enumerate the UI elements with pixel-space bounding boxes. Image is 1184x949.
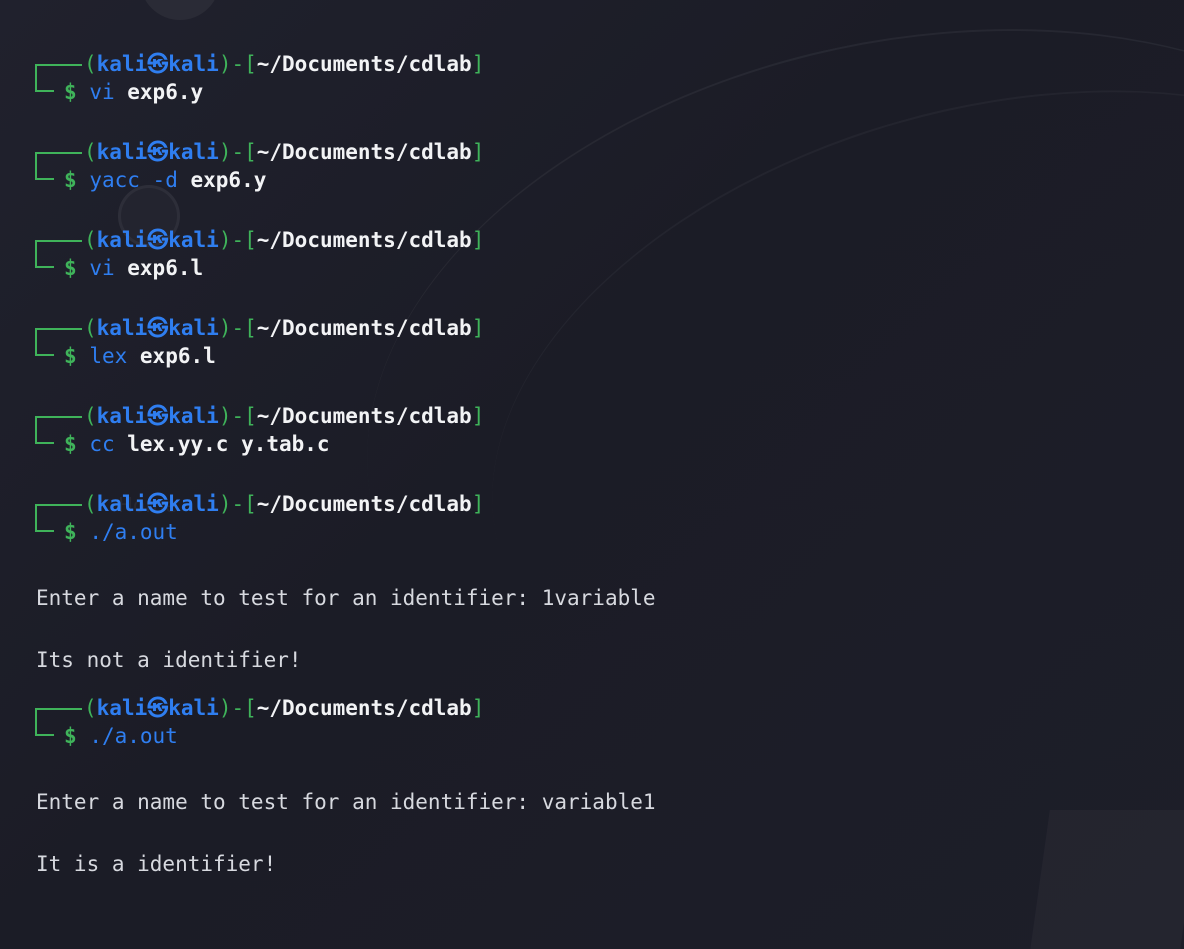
prompt-separator: )-[ <box>218 492 257 516</box>
prompt-host: kali <box>168 696 219 720</box>
command-name: ./a.out <box>89 724 178 748</box>
prompt-user: kali <box>96 404 148 428</box>
prompt-corner-top-icon <box>35 152 82 166</box>
command-flag: -d <box>152 168 178 192</box>
prompt-cwd: ~/Documents/cdlab <box>256 316 472 340</box>
prompt-user: kali <box>96 140 148 164</box>
prompt-cwd: ~/Documents/cdlab <box>256 404 472 428</box>
prompt-host: kali <box>168 228 219 252</box>
prompt-separator: )-[ <box>218 696 257 720</box>
prompt-paren: ( <box>84 316 97 340</box>
command-name: vi <box>89 80 115 104</box>
prompt-user: kali <box>96 492 148 516</box>
prompt-corner-top-icon <box>35 240 82 254</box>
output-line: Enter a name to test for an identifier: … <box>36 790 656 814</box>
prompt-symbol: $ <box>64 80 77 104</box>
output-line: Its not a identifier! <box>36 648 302 672</box>
command-arg: lex.yy.c <box>127 432 229 456</box>
terminal-output[interactable]: (kali㉿kali)-[~/Documents/cdlab] $ vi exp6… <box>0 0 1184 949</box>
prompt-line: (kali㉿kali)-[~/Documents/cdlab] <box>84 314 484 342</box>
prompt-corner-top-icon <box>35 64 82 78</box>
prompt-cwd: ~/Documents/cdlab <box>256 52 472 76</box>
command-line[interactable]: $ ./a.out <box>64 722 178 750</box>
prompt-paren: ( <box>84 492 97 516</box>
command-line[interactable]: $ ./a.out <box>64 518 178 546</box>
terminal-window[interactable]: Home (kali㉿kali)-[~/Documents/cdlab] $ vi… <box>0 0 1184 949</box>
prompt-corner-top-icon <box>35 328 82 342</box>
prompt-line: (kali㉿kali)-[~/Documents/cdlab] <box>84 138 484 166</box>
prompt-line: (kali㉿kali)-[~/Documents/cdlab] <box>84 694 484 722</box>
prompt-bracket: ] <box>471 316 485 340</box>
prompt-separator: )-[ <box>218 140 257 164</box>
command-line[interactable]: $ cc lex.yy.c y.tab.c <box>64 430 330 458</box>
prompt-paren: ( <box>84 228 97 252</box>
prompt-symbol: $ <box>64 432 77 456</box>
prompt-line: (kali㉿kali)-[~/Documents/cdlab] <box>84 402 484 430</box>
command-name: cc <box>89 432 115 456</box>
command-arg: exp6.y <box>190 168 267 192</box>
command-line[interactable]: $ lex exp6.l <box>64 342 216 370</box>
prompt-at-icon: ㉿ <box>147 316 169 340</box>
prompt-line: (kali㉿kali)-[~/Documents/cdlab] <box>84 50 484 78</box>
prompt-host: kali <box>168 492 219 516</box>
prompt-user: kali <box>96 316 148 340</box>
prompt-corner-top-icon <box>35 416 82 430</box>
command-arg: exp6.l <box>139 344 216 368</box>
prompt-bracket: ] <box>471 492 485 516</box>
command-arg: y.tab.c <box>241 432 330 456</box>
prompt-at-icon: ㉿ <box>147 404 169 428</box>
prompt-user: kali <box>96 52 148 76</box>
prompt-at-icon: ㉿ <box>147 52 169 76</box>
prompt-paren: ( <box>84 52 97 76</box>
prompt-host: kali <box>168 404 219 428</box>
prompt-separator: )-[ <box>218 316 257 340</box>
prompt-line: (kali㉿kali)-[~/Documents/cdlab] <box>84 490 484 518</box>
prompt-bracket: ] <box>471 696 485 720</box>
prompt-at-icon: ㉿ <box>147 140 169 164</box>
prompt-at-icon: ㉿ <box>147 696 169 720</box>
command-arg: exp6.l <box>127 256 204 280</box>
output-line: It is a identifier! <box>36 852 277 876</box>
prompt-separator: )-[ <box>218 228 257 252</box>
prompt-separator: )-[ <box>218 404 257 428</box>
command-name: yacc <box>89 168 140 192</box>
command-line[interactable]: $ yacc -d exp6.y <box>64 166 266 194</box>
prompt-corner-top-icon <box>35 708 82 722</box>
prompt-host: kali <box>168 140 219 164</box>
command-name: vi <box>89 256 115 280</box>
prompt-symbol: $ <box>64 344 77 368</box>
prompt-paren: ( <box>84 696 97 720</box>
prompt-bracket: ] <box>471 228 485 252</box>
prompt-cwd: ~/Documents/cdlab <box>256 140 472 164</box>
prompt-host: kali <box>168 316 219 340</box>
output-line: Enter a name to test for an identifier: … <box>36 586 656 610</box>
prompt-user: kali <box>96 696 148 720</box>
prompt-at-icon: ㉿ <box>147 228 169 252</box>
prompt-cwd: ~/Documents/cdlab <box>256 492 472 516</box>
prompt-bracket: ] <box>471 404 485 428</box>
prompt-cwd: ~/Documents/cdlab <box>256 696 472 720</box>
prompt-corner-top-icon <box>35 504 82 518</box>
command-arg: exp6.y <box>127 80 204 104</box>
prompt-cwd: ~/Documents/cdlab <box>256 228 472 252</box>
prompt-user: kali <box>96 228 148 252</box>
prompt-bracket: ] <box>471 52 485 76</box>
prompt-symbol: $ <box>64 168 77 192</box>
prompt-paren: ( <box>84 140 97 164</box>
prompt-symbol: $ <box>64 520 77 544</box>
prompt-separator: )-[ <box>218 52 257 76</box>
prompt-host: kali <box>168 52 219 76</box>
prompt-line: (kali㉿kali)-[~/Documents/cdlab] <box>84 226 484 254</box>
command-name: lex <box>89 344 128 368</box>
command-name: ./a.out <box>89 520 178 544</box>
prompt-symbol: $ <box>64 724 77 748</box>
prompt-paren: ( <box>84 404 97 428</box>
command-line[interactable]: $ vi exp6.y <box>64 78 203 106</box>
prompt-bracket: ] <box>471 140 485 164</box>
prompt-at-icon: ㉿ <box>147 492 169 516</box>
prompt-symbol: $ <box>64 256 77 280</box>
command-line[interactable]: $ vi exp6.l <box>64 254 203 282</box>
